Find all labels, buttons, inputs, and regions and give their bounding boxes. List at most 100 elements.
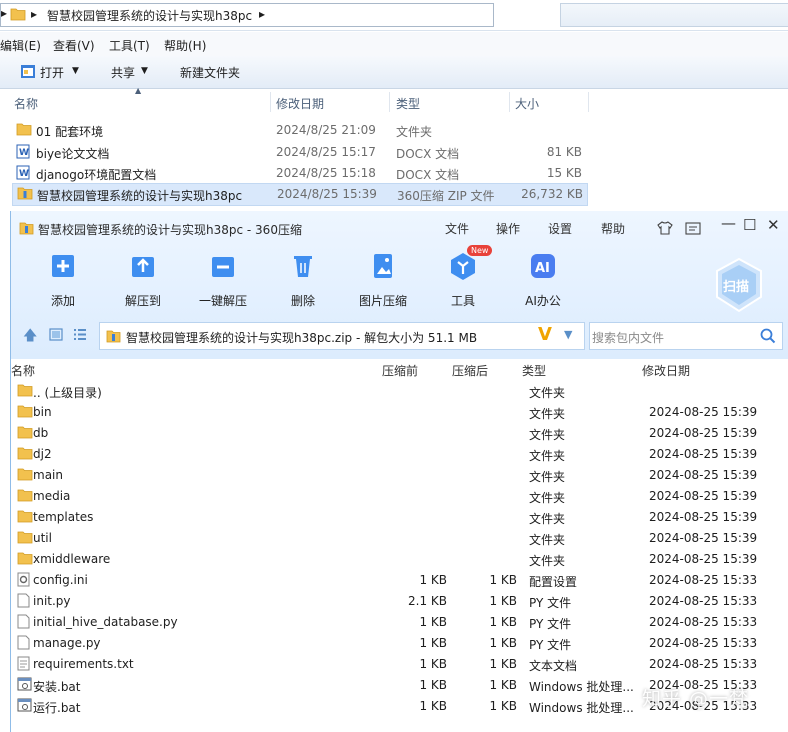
zip-file-date: 2024-08-25 15:39	[649, 426, 758, 440]
explorer-address-bar: ▸ ▸ 智慧校园管理系统的设计与实现h38pc ▸	[0, 0, 788, 31]
zip-row[interactable]: requirements.txt 1 KB 1 KB 文本文档 2024-08-25 1…	[11, 654, 788, 675]
explorer-row[interactable]: Wbiye论文文档 2024/8/25 15:17 DOCX 文档 81 KB	[12, 142, 586, 163]
search-input[interactable]: 搜索包内文件	[589, 322, 783, 350]
breadcrumb-folder[interactable]: 智慧校园管理系统的设计与实现h38pc	[47, 7, 252, 24]
zip-file-type: 文件夹	[529, 491, 566, 505]
tool-button-3[interactable]: 一键解压	[183, 249, 263, 311]
zip-row[interactable]: manage.py 1 KB 1 KB PY 文件 2024-08-25 15:33	[11, 633, 788, 654]
explorer-row[interactable]: 01 配套环境 2024/8/25 21:09 文件夹	[12, 120, 586, 141]
file-name: 01 配套环境	[36, 125, 104, 139]
feedback-icon[interactable]	[685, 222, 701, 235]
folder-icon	[17, 488, 33, 505]
chevron-right-icon[interactable]: ▸	[1, 6, 7, 20]
open-button[interactable]: 打开	[40, 64, 64, 81]
archive-path-field[interactable]: 智慧校园管理系统的设计与实现h38pc.zip - 解包大小为 51.1 MB …	[99, 322, 585, 350]
zip-menu-help[interactable]: 帮助	[601, 220, 625, 237]
close-icon[interactable]: ✕	[767, 216, 780, 234]
explorer-row[interactable]: Wdjanogo环境配置文档 2024/8/25 15:18 DOCX 文档 15 K…	[12, 163, 586, 184]
zip-menu-file[interactable]: 文件	[445, 220, 469, 237]
thumbnail-view-icon[interactable]	[49, 328, 63, 341]
tool-button-6[interactable]: New 工具	[423, 245, 503, 311]
new-folder-button[interactable]: 新建文件夹	[180, 64, 240, 81]
menu-view[interactable]: 查看(V)	[53, 37, 95, 54]
zip-file-type: PY 文件	[529, 617, 572, 631]
chevron-down-icon[interactable]: ▼	[564, 328, 572, 341]
one-click-extract-icon	[206, 249, 240, 283]
zip-file-name: dj2	[33, 447, 52, 461]
zip-file-type: 文件夹	[529, 407, 566, 421]
zip-row[interactable]: util 文件夹 2024-08-25 15:39	[11, 528, 788, 549]
zip-file-name: init.py	[33, 594, 71, 608]
zip-column-unpacked[interactable]: 压缩后	[452, 362, 488, 379]
column-name[interactable]: 名称	[14, 95, 38, 112]
zip-row[interactable]: db 文件夹 2024-08-25 15:39	[11, 423, 788, 444]
zip-file-date: 2024-08-25 15:33	[649, 636, 758, 650]
share-button[interactable]: 共享	[111, 64, 135, 81]
search-icon[interactable]	[760, 328, 776, 344]
file-date: 2024/8/25 15:17	[276, 145, 376, 159]
explorer-search-area[interactable]	[560, 3, 788, 27]
tool-button-1[interactable]: 添加	[23, 249, 103, 311]
zip-row[interactable]: media 文件夹 2024-08-25 15:39	[11, 486, 788, 507]
new-badge: New	[467, 245, 493, 256]
menu-edit[interactable]: 编辑(E)	[0, 37, 41, 54]
zip-column-name[interactable]: 名称	[11, 362, 35, 379]
zip-file-type: 文件夹	[529, 470, 566, 484]
zip-packed-size: 1 KB	[419, 657, 447, 671]
zip-file-type: PY 文件	[529, 638, 572, 652]
menu-help[interactable]: 帮助(H)	[164, 37, 206, 54]
up-arrow-icon[interactable]: 🡅	[23, 325, 37, 349]
zip-column-date[interactable]: 修改日期	[642, 362, 690, 379]
file-date: 2024/8/25 15:18	[276, 166, 376, 180]
zip-file-type: 文本文档	[529, 659, 578, 673]
zip-row[interactable]: main 文件夹 2024-08-25 15:39	[11, 465, 788, 486]
zip-file-date: 2024-08-25 15:39	[649, 552, 758, 566]
chevron-right-icon[interactable]: ▸	[31, 7, 37, 21]
chevron-down-icon[interactable]: ▼	[141, 66, 148, 76]
tool-button-7[interactable]: AI AI办公	[503, 249, 583, 311]
zip-row[interactable]: bin 文件夹 2024-08-25 15:39	[11, 402, 788, 423]
folder-icon	[17, 383, 33, 400]
zip-row[interactable]: .. (上级目录) 文件夹	[11, 381, 788, 402]
zip-archive-icon	[106, 330, 121, 343]
chevron-down-icon[interactable]: ▼	[72, 66, 79, 76]
breadcrumb[interactable]: ▸ ▸ 智慧校园管理系统的设计与实现h38pc ▸	[0, 3, 494, 27]
chevron-right-icon[interactable]: ▸	[259, 7, 265, 21]
zip-row[interactable]: init.py 2.1 KB 1 KB PY 文件 2024-08-25 15:33	[11, 591, 788, 612]
maximize-icon[interactable]: ☐	[743, 216, 756, 234]
scan-button[interactable]: 扫描	[713, 257, 765, 313]
tool-button-2[interactable]: 解压到	[103, 249, 183, 311]
menu-tools[interactable]: 工具(T)	[109, 37, 150, 54]
zip-file-date: 2024-08-25 15:33	[649, 615, 758, 629]
tool-button-4[interactable]: 删除	[263, 249, 343, 311]
column-date[interactable]: 修改日期	[276, 95, 324, 112]
zip-row[interactable]: initial_hive_database.py 1 KB 1 KB PY 文件 202…	[11, 612, 788, 633]
zip-row[interactable]: xmiddleware 文件夹 2024-08-25 15:39	[11, 549, 788, 570]
zip-menu-settings[interactable]: 设置	[548, 220, 572, 237]
zip-row[interactable]: dj2 文件夹 2024-08-25 15:39	[11, 444, 788, 465]
folder-icon	[16, 122, 32, 139]
zip-column-type[interactable]: 类型	[522, 362, 546, 379]
zip-row[interactable]: templates 文件夹 2024-08-25 15:39	[11, 507, 788, 528]
minimize-icon[interactable]: —	[721, 214, 736, 232]
zip-menu-operate[interactable]: 操作	[496, 220, 520, 237]
v-logo-icon[interactable]: V	[538, 324, 552, 345]
zip-app-icon	[19, 222, 34, 235]
tool-label: 工具	[450, 294, 475, 308]
list-view-icon[interactable]	[73, 328, 87, 341]
explorer-row[interactable]: 智慧校园管理系统的设计与实现h38pc 2024/8/25 15:39 360压缩 …	[12, 183, 588, 206]
tool-button-5[interactable]: 图片压缩	[343, 249, 423, 311]
zip-file-name: 运行.bat	[33, 701, 81, 715]
zip-column-packed[interactable]: 压缩前	[382, 362, 418, 379]
folder-icon	[17, 530, 33, 547]
zip-file-date: 2024-08-25 15:39	[649, 405, 758, 419]
folder-icon	[17, 509, 33, 526]
zip-file-name: .. (上级目录)	[33, 386, 102, 400]
column-type[interactable]: 类型	[396, 95, 420, 112]
zip-window: 智慧校园管理系统的设计与实现h38pc - 360压缩 文件 操作 设置 帮助 …	[10, 211, 788, 732]
skin-icon[interactable]	[657, 221, 673, 235]
tool-label: 删除	[290, 294, 315, 308]
config-file-icon	[17, 572, 31, 590]
zip-row[interactable]: config.ini 1 KB 1 KB 配置设置 2024-08-25 15:33	[11, 570, 788, 591]
column-size[interactable]: 大小	[515, 95, 539, 112]
